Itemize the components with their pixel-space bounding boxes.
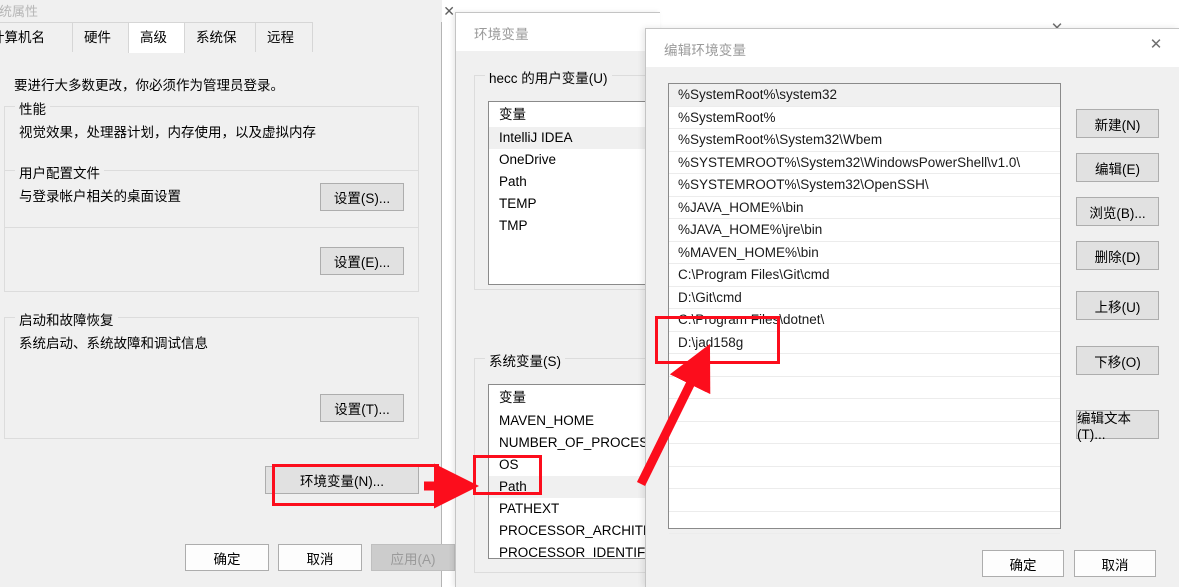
tab-system-protection[interactable]: 系统保护: [184, 22, 256, 74]
edit-environment-variable-window: 编辑环境变量 ✕ %SystemRoot%\system32 %SystemRoo…: [645, 28, 1179, 587]
sysprops-ok-button[interactable]: 确定: [185, 544, 269, 571]
browse-button[interactable]: 浏览(B)...: [1076, 197, 1159, 226]
user-variable-row-label: TMP: [499, 218, 528, 233]
path-entry-row[interactable]: [669, 512, 1060, 534]
tab-advanced[interactable]: 高级: [128, 22, 185, 53]
path-entry-row-label: %SystemRoot%: [678, 109, 776, 125]
env-vars-title: 环境变量: [474, 27, 529, 42]
sysprops-cancel-button[interactable]: 取消: [278, 544, 362, 571]
path-entry-row[interactable]: %SYSTEMROOT%\System32\OpenSSH\: [669, 174, 1060, 197]
group-system-variables-legend: 系统变量(S): [485, 350, 565, 370]
system-variable-row-label: Path: [499, 479, 527, 494]
system-variable-row-label: PATHEXT: [499, 501, 560, 516]
path-entry-row[interactable]: [669, 489, 1060, 512]
path-entry-row[interactable]: [669, 354, 1060, 377]
user-variable-row-label: OneDrive: [499, 152, 557, 167]
user-variable-row-label: Path: [499, 174, 527, 189]
delete-button[interactable]: 删除(D): [1076, 241, 1159, 270]
path-entry-row-label: C:\Program Files\dotnet\: [678, 312, 825, 327]
system-variable-row-label: PROCESSOR_IDENTIFIER: [499, 545, 668, 559]
path-entry-row[interactable]: %SystemRoot%\system32: [669, 84, 1060, 107]
path-entry-row[interactable]: C:\Program Files\dotnet\: [669, 309, 1060, 332]
system-variable-row-label: OS: [499, 457, 519, 472]
environment-variables-button[interactable]: 环境变量(N)...: [265, 466, 419, 494]
admin-hint-text: 要进行大多数更改，你必须作为管理员登录。: [14, 78, 284, 93]
user-variable-row-label: IntelliJ IDEA: [499, 130, 573, 145]
group-user-variables-legend: hecc 的用户变量(U): [485, 67, 612, 87]
move-down-button[interactable]: 下移(O): [1076, 346, 1159, 375]
user-profiles-settings-button[interactable]: 设置(E)...: [320, 247, 404, 275]
path-entry-row-label: %MAVEN_HOME%\bin: [678, 244, 819, 260]
edit-env-cancel-button[interactable]: 取消: [1074, 550, 1156, 577]
sysprops-apply-button: 应用(A): [371, 544, 455, 571]
path-entry-row-label: D:\jad158g: [678, 334, 744, 350]
group-startup-recovery-desc: 系统启动、系统故障和调试信息: [19, 336, 208, 351]
path-entry-row[interactable]: %SYSTEMROOT%\System32\WindowsPowerShell\…: [669, 152, 1060, 174]
new-button[interactable]: 新建(N): [1076, 109, 1159, 138]
group-user-profiles-desc: 与登录帐户相关的桌面设置: [19, 189, 181, 204]
edit-button[interactable]: 编辑(E): [1076, 153, 1159, 182]
path-entry-row[interactable]: [669, 399, 1060, 422]
path-entry-row-label: %SYSTEMROOT%\System32\WindowsPowerShell\…: [678, 154, 1021, 170]
path-entry-row-label: %SYSTEMROOT%\System32\OpenSSH\: [678, 177, 929, 192]
tab-hardware[interactable]: 硬件: [72, 22, 129, 52]
path-entry-row[interactable]: D:\Git\cmd: [669, 287, 1060, 309]
environment-variables-window: 环境变量 ✕ hecc 的用户变量(U) 变量 IntelliJ IDEAOne…: [455, 12, 1063, 587]
path-entry-row-label: %SystemRoot%\system32: [678, 87, 838, 102]
startup-recovery-settings-button[interactable]: 设置(T)...: [320, 394, 404, 422]
system-properties-window: 系统属性 计算机名 硬件 高级 系统保护 远程 要进行大多数更改，你必须作为管理…: [0, 0, 455, 587]
path-entry-row-label: %SystemRoot%\System32\Wbem: [678, 132, 883, 147]
path-entry-row[interactable]: [669, 467, 1060, 489]
path-entry-row[interactable]: %JAVA_HOME%\bin: [669, 197, 1060, 219]
path-entry-row[interactable]: %SystemRoot%: [669, 107, 1060, 129]
system-properties-tabstrip: 计算机名 硬件 高级 系统保护 远程: [0, 22, 441, 74]
path-entries-listbox[interactable]: %SystemRoot%\system32 %SystemRoot% %System…: [668, 83, 1061, 534]
move-up-button[interactable]: 上移(U): [1076, 291, 1159, 320]
user-variable-row-label: TEMP: [499, 196, 537, 211]
edit-env-titlebar: 编辑环境变量 ✕: [646, 29, 1179, 67]
group-startup-recovery-legend: 启动和故障恢复: [15, 309, 118, 329]
group-startup-recovery: 启动和故障恢复 系统启动、系统故障和调试信息 设置(T)...: [4, 309, 419, 439]
system-properties-titlebar: 系统属性: [0, 0, 442, 22]
path-entry-row[interactable]: [669, 377, 1060, 399]
system-variable-row-label: MAVEN_HOME: [499, 413, 595, 428]
env-vars-titlebar: 环境变量 ✕: [456, 13, 1063, 51]
edit-text-button[interactable]: 编辑文本(T)...: [1076, 410, 1159, 442]
system-properties-title: 系统属性: [0, 4, 39, 19]
system-properties-close-icon[interactable]: ✕: [443, 4, 455, 20]
group-performance-desc: 视觉效果，处理器计划，内存使用，以及虚拟内存: [19, 125, 316, 140]
group-user-profiles: 用户配置文件 与登录帐户相关的桌面设置 设置(E)...: [4, 162, 419, 292]
tab-remote[interactable]: 远程: [255, 22, 313, 52]
path-entry-row[interactable]: [669, 444, 1060, 467]
edit-env-close-icon[interactable]: ✕: [1133, 29, 1179, 59]
path-entry-row-label: C:\Program Files\Git\cmd: [678, 267, 830, 282]
path-entry-row[interactable]: %SystemRoot%\System32\Wbem: [669, 129, 1060, 152]
path-entry-row[interactable]: C:\Program Files\Git\cmd: [669, 264, 1060, 287]
path-entry-row-label: %JAVA_HOME%\bin: [678, 199, 804, 215]
system-properties-body: 要进行大多数更改，你必须作为管理员登录。 性能 视觉效果，处理器计划，内存使用，…: [0, 52, 441, 535]
path-entry-row-label: %JAVA_HOME%\jre\bin: [678, 222, 823, 237]
edit-env-ok-button[interactable]: 确定: [982, 550, 1064, 577]
edit-env-title: 编辑环境变量: [664, 43, 747, 58]
path-entry-row[interactable]: %MAVEN_HOME%\bin: [669, 242, 1060, 264]
path-entry-row[interactable]: D:\jad158g: [669, 332, 1060, 354]
path-entry-row[interactable]: [669, 422, 1060, 444]
path-entry-row-label: D:\Git\cmd: [678, 289, 742, 305]
path-entry-row[interactable]: %JAVA_HOME%\jre\bin: [669, 219, 1060, 242]
group-user-profiles-legend: 用户配置文件: [15, 162, 104, 182]
tab-computer-name[interactable]: 计算机名: [0, 22, 73, 52]
group-performance-legend: 性能: [15, 98, 50, 118]
